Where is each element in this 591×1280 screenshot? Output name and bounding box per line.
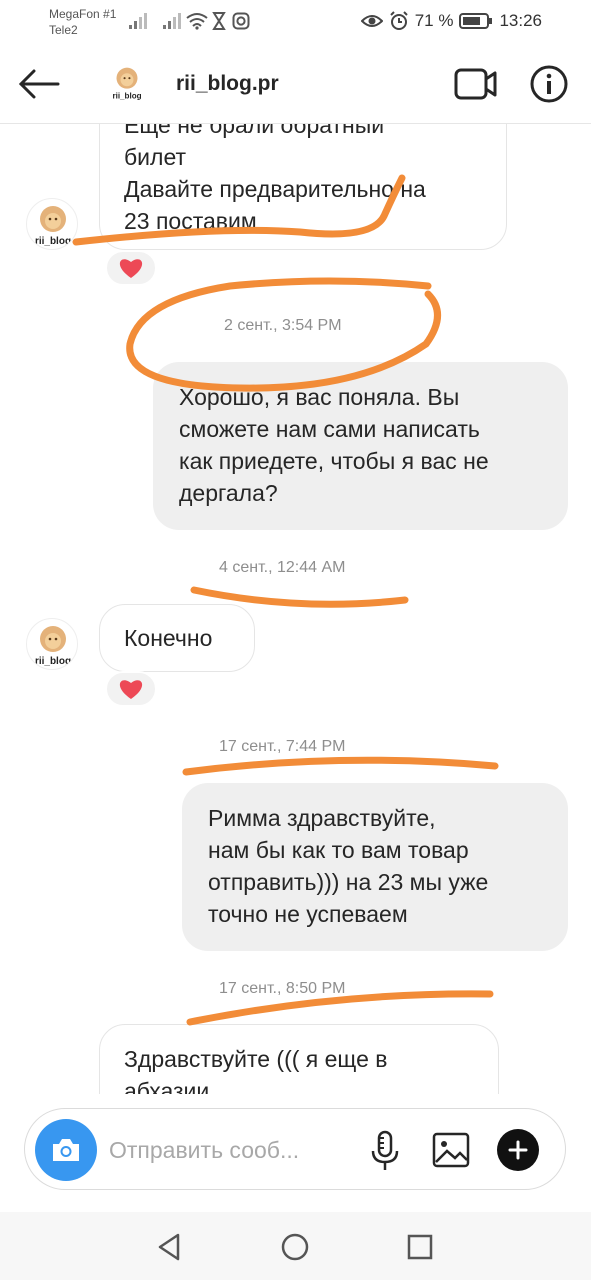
camera-button[interactable]	[35, 1119, 97, 1181]
camera-icon	[53, 1139, 79, 1161]
message-thread[interactable]: Еще не брали обратный билет Давайте пред…	[0, 124, 591, 1094]
lion-logo-icon: rii_blog	[35, 206, 71, 247]
circle-home-icon	[281, 1233, 309, 1261]
video-call-button[interactable]	[454, 66, 498, 102]
svg-text:rii_blog: rii_blog	[35, 656, 71, 667]
battery-percent: 71 %	[414, 11, 454, 30]
voice-message-button[interactable]	[367, 1129, 403, 1173]
plus-icon	[508, 1140, 528, 1160]
carrier-1: MegaFon #1	[49, 7, 117, 21]
message-composer	[24, 1108, 566, 1190]
svg-text:rii_blog: rii_blog	[112, 91, 141, 100]
chat-username[interactable]: rii_blog.pr	[176, 72, 279, 96]
heart-reaction[interactable]	[105, 671, 157, 707]
svg-text:rii_blog: rii_blog	[35, 236, 71, 247]
more-options-button[interactable]	[497, 1129, 539, 1171]
heart-icon	[119, 680, 143, 699]
message-input[interactable]	[109, 1129, 349, 1171]
outgoing-message[interactable]: Римма здравствуйте, нам бы как то вам то…	[182, 783, 568, 951]
sender-avatar[interactable]: rii_blog	[26, 198, 78, 250]
incoming-message[interactable]: Здравствуйте ((( я еще в абхазии	[99, 1024, 499, 1094]
timestamp: 17 сент., 7:44 PM	[219, 738, 346, 755]
nav-back-button[interactable]	[152, 1230, 186, 1264]
sender-avatar[interactable]: rii_blog	[26, 618, 78, 670]
timestamp: 2 сент., 3:54 PM	[224, 317, 342, 334]
wifi-icon	[186, 13, 208, 30]
heart-icon	[119, 259, 143, 278]
timestamp: 4 сент., 12:44 AM	[219, 559, 346, 576]
square-recents-icon	[407, 1234, 433, 1260]
triangle-back-icon	[158, 1233, 180, 1261]
profile-avatar[interactable]: rii_blog	[106, 62, 148, 104]
battery-icon	[459, 13, 493, 29]
clock: 13:26	[499, 11, 542, 30]
hourglass-icon	[212, 12, 226, 30]
back-arrow-icon	[18, 69, 60, 99]
incoming-message[interactable]: Еще не брали обратный билет Давайте пред…	[99, 124, 507, 250]
image-icon	[432, 1132, 470, 1168]
carrier-2: Tele2	[49, 23, 78, 37]
microphone-icon	[371, 1130, 399, 1170]
timestamp: 17 сент., 8:50 PM	[219, 980, 346, 997]
status-bar: MegaFon #1 Tele2 71 % 13:26	[0, 0, 591, 44]
video-camera-icon	[454, 68, 497, 100]
nav-home-button[interactable]	[278, 1230, 312, 1264]
info-icon	[530, 65, 568, 103]
incoming-message[interactable]: Конечно	[99, 604, 255, 672]
instagram-icon	[232, 12, 250, 30]
alarm-icon	[389, 11, 408, 30]
signal-icon-2	[163, 13, 181, 29]
lion-logo-icon: rii_blog	[35, 626, 71, 667]
system-nav-bar	[0, 1212, 591, 1280]
status-right: 71 % 13:26	[360, 10, 542, 32]
back-button[interactable]	[16, 62, 62, 106]
heart-reaction[interactable]	[105, 250, 157, 286]
outgoing-message[interactable]: Хорошо, я вас поняла. Вы сможете нам сам…	[153, 362, 568, 530]
signal-icon	[129, 13, 147, 29]
chat-header: rii_blog rii_blog.pr	[0, 44, 591, 124]
lion-logo-icon: rii_blog	[112, 67, 142, 100]
eye-icon	[360, 15, 383, 27]
nav-recents-button[interactable]	[403, 1230, 437, 1264]
gallery-button[interactable]	[431, 1129, 473, 1171]
info-button[interactable]	[529, 64, 569, 104]
